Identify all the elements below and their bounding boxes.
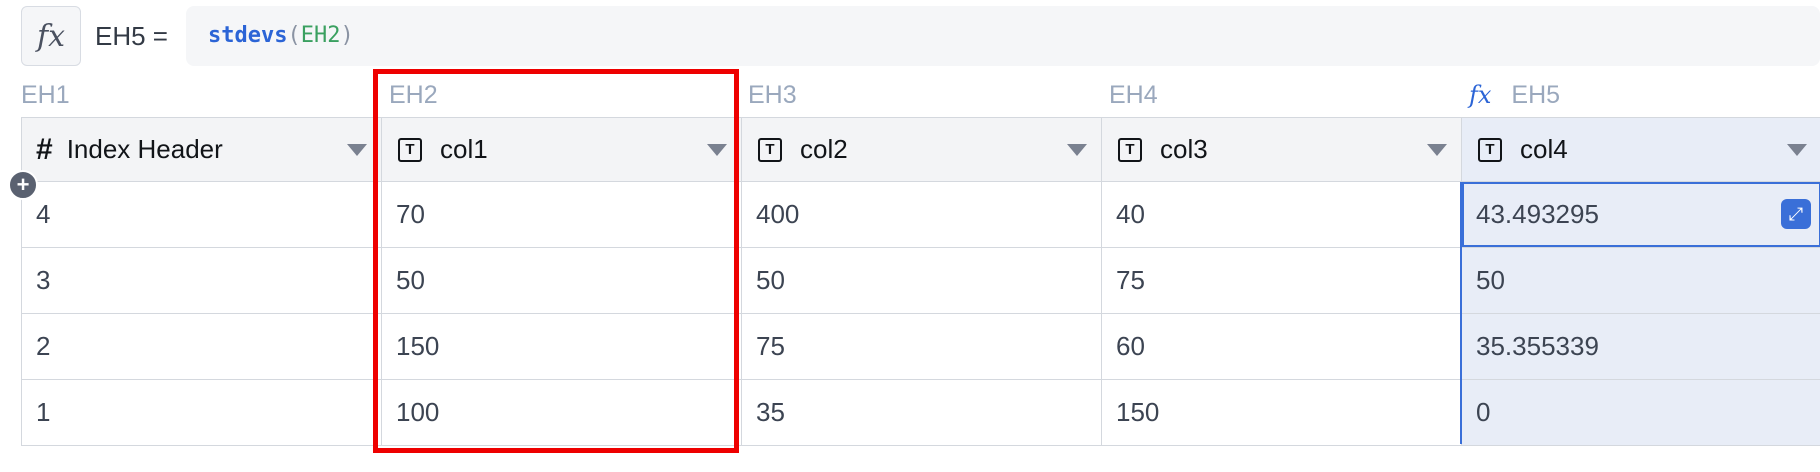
- column-header-label: col3: [1160, 134, 1208, 164]
- table-cell[interactable]: 0: [1462, 380, 1820, 445]
- formula-input[interactable]: stdevs(EH2): [186, 6, 1820, 66]
- table-cell[interactable]: 35.355339: [1462, 314, 1820, 379]
- column-letter-eh1[interactable]: EH1: [21, 78, 70, 112]
- add-row-icon[interactable]: +: [8, 170, 38, 200]
- cell-value: 43.493295: [1476, 199, 1599, 229]
- column-header-label: col2: [800, 134, 848, 164]
- table-cell[interactable]: 400: [742, 182, 1102, 247]
- table-cell[interactable]: 2: [22, 314, 382, 379]
- column-letter-eh4[interactable]: EH4: [1109, 78, 1158, 112]
- table-cell[interactable]: 75: [742, 314, 1102, 379]
- table-row: 1 100 35 150 0: [22, 380, 1820, 446]
- table-cell[interactable]: 75: [1102, 248, 1462, 313]
- formula-function: stdevs: [208, 23, 288, 48]
- column-header-col2[interactable]: T col2: [742, 118, 1102, 181]
- number-icon: #: [36, 132, 53, 166]
- highlight-annotation-box: [373, 69, 739, 453]
- table-cell[interactable]: 35: [742, 380, 1102, 445]
- column-header-label: col4: [1520, 134, 1568, 164]
- cell-reference: EH5 =: [95, 21, 168, 51]
- table-cell[interactable]: 4: [22, 182, 382, 247]
- text-type-icon: T: [1118, 137, 1142, 162]
- chevron-down-icon[interactable]: [1787, 144, 1807, 156]
- column-header-index[interactable]: # Index Header: [22, 118, 382, 181]
- table-cell[interactable]: 60: [1102, 314, 1462, 379]
- table-cell[interactable]: 150: [1102, 380, 1462, 445]
- table-cell[interactable]: 1: [22, 380, 382, 445]
- table-cell[interactable]: 50: [1462, 248, 1820, 313]
- table-row: 2 150 75 60 35.355339: [22, 314, 1820, 380]
- formula-open-paren: (: [287, 23, 301, 48]
- active-table-cell[interactable]: 43.493295 ⤢: [1462, 182, 1820, 247]
- column-header-col4[interactable]: T col4: [1462, 118, 1820, 181]
- column-header-label: Index Header: [66, 134, 223, 164]
- expand-icon[interactable]: ⤢: [1781, 199, 1811, 229]
- text-type-icon: T: [1478, 137, 1502, 162]
- table-row: 4 70 400 40 43.493295 ⤢: [22, 182, 1820, 248]
- table-cell[interactable]: 40: [1102, 182, 1462, 247]
- table-cell[interactable]: 3: [22, 248, 382, 313]
- formula-argument: EH2: [300, 23, 341, 48]
- formula-close-paren: ): [340, 23, 354, 48]
- formula-bar: fx EH5 = stdevs(EH2): [21, 6, 1820, 68]
- selection-border: [1460, 182, 1462, 444]
- header-row: # Index Header T col1 T col2 T col3 T co…: [22, 118, 1820, 182]
- chevron-down-icon[interactable]: [347, 144, 367, 156]
- fx-icon-button[interactable]: fx: [21, 6, 81, 66]
- text-type-icon: T: [758, 137, 782, 162]
- column-letter-eh5[interactable]: fx EH5: [1459, 78, 1560, 112]
- column-letters: EH1 EH2 EH3 EH4 fx EH5: [21, 78, 1820, 112]
- table-cell[interactable]: 50: [742, 248, 1102, 313]
- column-letter-eh3[interactable]: EH3: [748, 78, 797, 112]
- chevron-down-icon[interactable]: [1067, 144, 1087, 156]
- table-row: 3 50 50 75 50: [22, 248, 1820, 314]
- formula-column-icon: fx: [1469, 81, 1492, 109]
- column-header-col3[interactable]: T col3: [1102, 118, 1462, 181]
- data-grid: # Index Header T col1 T col2 T col3 T co…: [21, 117, 1820, 446]
- chevron-down-icon[interactable]: [1427, 144, 1447, 156]
